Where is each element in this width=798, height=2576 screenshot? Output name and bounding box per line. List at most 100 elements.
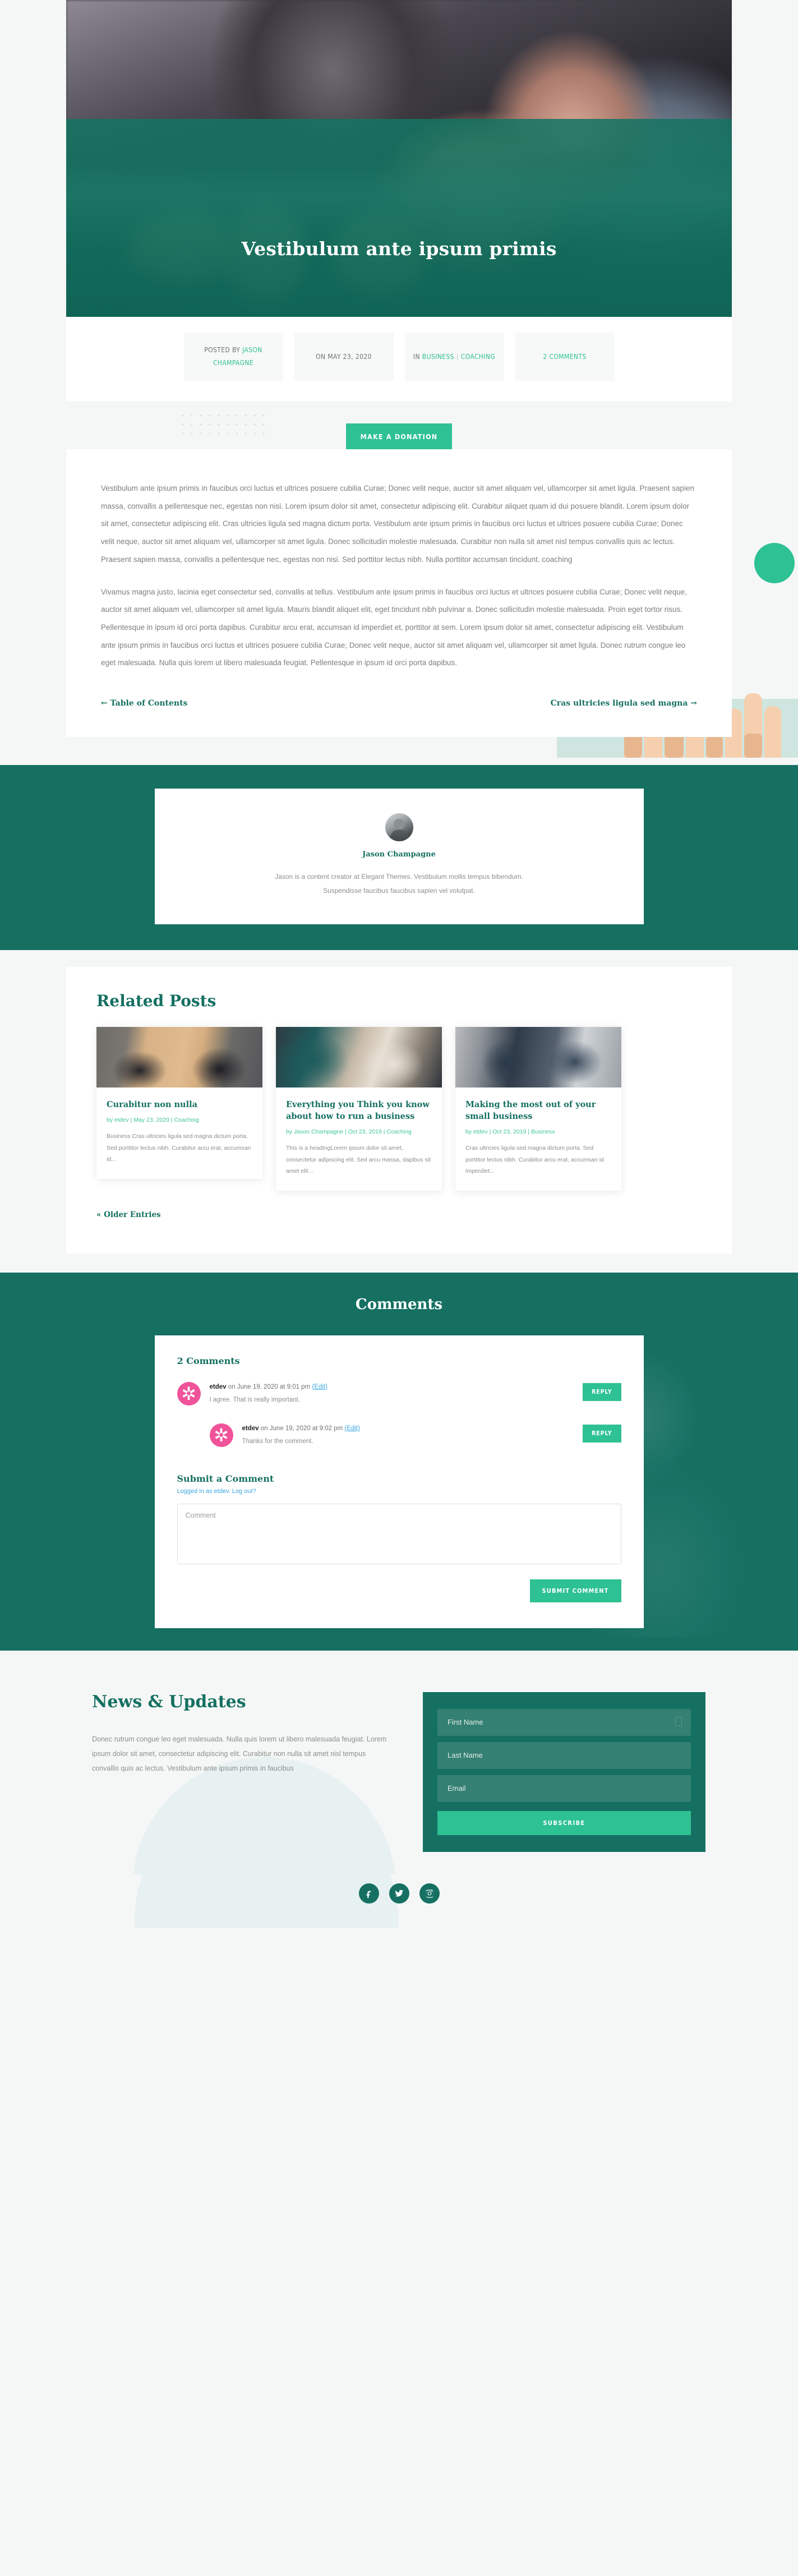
- comment-content: etdev on June 19, 2020 at 9:01 pm (Edit)…: [210, 1382, 583, 1406]
- make-a-donation-button[interactable]: MAKE A DONATION: [345, 423, 453, 450]
- commenter-name: etdev: [209, 1383, 227, 1390]
- related-post-thumbnail[interactable]: [276, 1026, 442, 1087]
- related-posts-list: Curabitur non nulla by etdev | May 23, 2…: [96, 1026, 702, 1191]
- pagination: « Older Entries: [96, 1210, 702, 1220]
- related-post-meta: by etdev | May 23, 2020 | Coaching: [107, 1116, 199, 1123]
- commenter-avatar: [209, 1423, 233, 1448]
- commenter-name: etdev: [242, 1425, 259, 1432]
- related-post-title[interactable]: Making the most out of your small busine…: [465, 1099, 611, 1122]
- post-meta-bar: POSTED BY JASON CHAMPAGNE ON MAY 23, 202…: [66, 317, 732, 401]
- older-entries-link[interactable]: « Older Entries: [96, 1210, 161, 1219]
- newsletter-text-column: News & Updates Donec rutrum congue leo e…: [92, 1692, 389, 1776]
- meta-category-separator: |: [456, 352, 459, 361]
- submit-comment-heading: Submit a Comment: [177, 1473, 274, 1484]
- comment-text: I agree. That is really important.: [209, 1396, 301, 1403]
- previous-post-link[interactable]: ← Table of Contents: [101, 699, 187, 708]
- facebook-link[interactable]: [358, 1883, 379, 1904]
- newsletter-body: Donec rutrum congue leo eget malesuada. …: [92, 1735, 387, 1773]
- first-name-input[interactable]: [437, 1708, 691, 1736]
- related-post-excerpt: Cras ultricies ligula sed magna dictum p…: [465, 1145, 604, 1175]
- comments-footer-spacer: [0, 1628, 798, 1651]
- instagram-link[interactable]: [419, 1883, 440, 1904]
- meta-date: ON MAY 23, 2020: [294, 333, 394, 381]
- subscribe-button[interactable]: SUBSCRIBE: [437, 1810, 691, 1835]
- article-section: Vestibulum ante ipsum primis in faucibus…: [0, 449, 798, 766]
- related-post-title[interactable]: Everything you Think you know about how …: [286, 1099, 432, 1122]
- blog-post-page: Vestibulum ante ipsum primis POSTED BY J…: [0, 0, 798, 1928]
- meta-category-business[interactable]: BUSINESS: [422, 353, 454, 361]
- author-bio-line-2: Suspendisse faucibus faucibus sapien vel…: [323, 887, 475, 895]
- meta-category-coaching[interactable]: COACHING: [461, 353, 495, 361]
- meta-comments-link[interactable]: 2 COMMENTS: [543, 351, 586, 363]
- article-paragraph-2: Vivamus magna justo, lacinia eget consec…: [101, 587, 688, 667]
- email-input[interactable]: [437, 1775, 691, 1802]
- green-circle-decoration: [754, 543, 795, 583]
- comment-text: Thanks for the comment.: [242, 1438, 313, 1445]
- comment-header: etdev on June 19, 2020 at 9:01 pm (Edit): [210, 1384, 583, 1390]
- newsletter-section: News & Updates Donec rutrum congue leo e…: [0, 1650, 798, 1874]
- related-post-card[interactable]: Making the most out of your small busine…: [455, 1026, 621, 1191]
- related-post-meta: by Jason Champagne | Oct 23, 2019 | Coac…: [286, 1128, 412, 1135]
- donation-band: MAKE A DONATION: [0, 401, 798, 450]
- meta-categories: IN BUSINESS | COACHING: [404, 333, 504, 381]
- hero-banner: Vestibulum ante ipsum primis: [66, 0, 732, 317]
- meta-date-text: ON MAY 23, 2020: [316, 352, 372, 361]
- meta-comments[interactable]: 2 COMMENTS: [515, 333, 615, 381]
- submit-comment-button[interactable]: SUBMIT COMMENT: [529, 1579, 621, 1602]
- commenter-avatar: [177, 1381, 201, 1405]
- comments-section-title: Comments: [355, 1296, 443, 1313]
- social-links: [0, 1883, 798, 1904]
- post-navigation: ← Table of Contents Cras ultricies ligul…: [101, 686, 697, 708]
- author-name[interactable]: Jason Champagne: [155, 850, 644, 859]
- comment-item: etdev on June 19, 2020 at 9:01 pm (Edit)…: [177, 1374, 621, 1416]
- related-post-excerpt: Business Cras ultricies ligula sed magna…: [107, 1133, 251, 1163]
- next-post-link[interactable]: Cras ultricies ligula sed magna →: [551, 699, 697, 708]
- newsletter-heading: News & Updates: [92, 1692, 246, 1712]
- social-footer: [0, 1874, 798, 1928]
- article-paragraph-1: Vestibulum ante ipsum primis in faucibus…: [101, 484, 695, 564]
- related-post-meta: by etdev | Oct 23, 2019 | Business: [465, 1128, 555, 1135]
- contact-card-icon: [675, 1716, 682, 1726]
- author-section: Jason Champagne Jason is a content creat…: [0, 765, 798, 950]
- article-body: Vestibulum ante ipsum primis in faucibus…: [66, 449, 732, 738]
- submit-row: SUBMIT COMMENT: [177, 1579, 621, 1602]
- last-name-input[interactable]: [437, 1741, 691, 1769]
- reply-button[interactable]: REPLY: [583, 1383, 621, 1401]
- related-post-thumbnail[interactable]: [96, 1026, 262, 1087]
- comments-section: Comments 2 Comments etdev on June 19, 20…: [0, 1272, 798, 1651]
- twitter-icon: [395, 1890, 403, 1897]
- page-title: Vestibulum ante ipsum primis: [241, 238, 557, 260]
- donation-button-wrap: MAKE A DONATION: [0, 423, 798, 450]
- first-name-field-wrap: [437, 1708, 691, 1742]
- reply-button[interactable]: REPLY: [583, 1425, 621, 1443]
- comment-header: etdev on June 19, 2020 at 9:02 pm (Edit): [242, 1425, 583, 1432]
- related-post-body: Making the most out of your small busine…: [455, 1087, 621, 1191]
- related-posts-section: Related Posts Curabitur non nulla by etd…: [0, 950, 798, 1273]
- post-meta-row: POSTED BY JASON CHAMPAGNE ON MAY 23, 202…: [66, 333, 732, 381]
- author-card: Jason Champagne Jason is a content creat…: [154, 789, 644, 924]
- comments-count: 2 Comments: [177, 1355, 240, 1366]
- twitter-link[interactable]: [389, 1883, 409, 1904]
- hero-color-overlay: [66, 119, 732, 317]
- related-post-card[interactable]: Curabitur non nulla by etdev | May 23, 2…: [96, 1026, 262, 1179]
- comment-item: etdev on June 19, 2020 at 9:02 pm (Edit)…: [177, 1416, 621, 1458]
- related-post-body: Everything you Think you know about how …: [276, 1087, 442, 1191]
- subscribe-form: SUBSCRIBE: [423, 1692, 705, 1852]
- logged-in-notice[interactable]: Logged in as etdev. Log out?: [177, 1488, 621, 1495]
- comment-edit-link[interactable]: (Edit): [344, 1425, 359, 1432]
- comment-textarea[interactable]: [177, 1503, 621, 1564]
- related-post-thumbnail[interactable]: [455, 1026, 621, 1087]
- comment-edit-link[interactable]: (Edit): [312, 1384, 327, 1390]
- author-avatar: [385, 813, 413, 842]
- instagram-icon: [425, 1890, 433, 1898]
- comments-card: 2 Comments etdev on June 19, 2020 at 9:0…: [154, 1335, 644, 1628]
- comment-timestamp: on June 19, 2020 at 9:01 pm: [226, 1383, 312, 1390]
- facebook-icon: [366, 1891, 371, 1898]
- comment-timestamp: on June 19, 2020 at 9:02 pm: [259, 1425, 345, 1432]
- related-post-card[interactable]: Everything you Think you know about how …: [276, 1026, 442, 1191]
- related-posts-heading: Related Posts: [96, 991, 216, 1010]
- related-post-body: Curabitur non nulla by etdev | May 23, 2…: [96, 1087, 262, 1179]
- hero-section: Vestibulum ante ipsum primis: [0, 0, 798, 317]
- meta-category-prefix: IN: [413, 352, 420, 361]
- related-post-title[interactable]: Curabitur non nulla: [107, 1099, 252, 1110]
